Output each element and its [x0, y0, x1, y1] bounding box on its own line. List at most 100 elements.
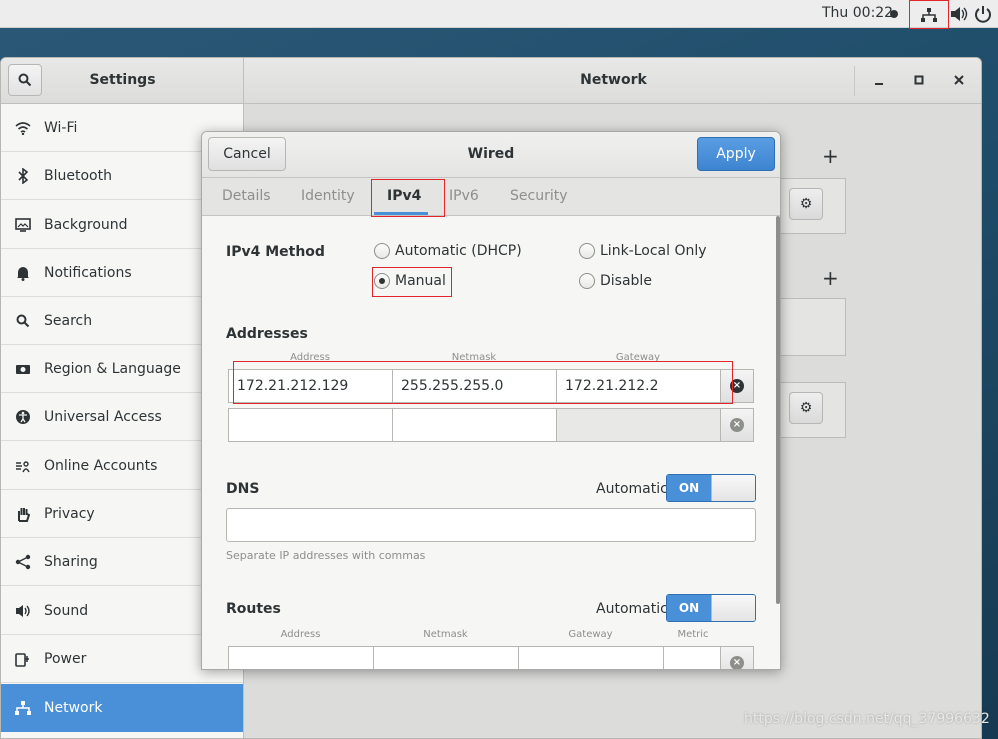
- routes-label: Routes: [226, 601, 281, 617]
- network-icon: [14, 699, 32, 717]
- dialog-title: Wired: [467, 146, 515, 162]
- clock[interactable]: Thu 00:22: [822, 5, 893, 21]
- dns-hint: Separate IP addresses with commas: [226, 549, 426, 562]
- watermark: https://blog.csdn.net/qq_37996632: [744, 711, 990, 727]
- gateway-field[interactable]: [556, 408, 721, 442]
- maximize-button[interactable]: [909, 70, 929, 90]
- sidebar-item-label: Wi-Fi: [44, 119, 78, 136]
- switch-knob: [711, 595, 755, 621]
- wired-settings-button[interactable]: ⚙: [789, 188, 823, 220]
- power-plug-icon: [14, 650, 32, 668]
- delete-address-button[interactable]: ×: [720, 369, 754, 403]
- scrollbar[interactable]: [776, 216, 780, 604]
- tab-ipv4[interactable]: IPv4: [387, 188, 421, 204]
- sidebar-item-label: Bluetooth: [44, 167, 112, 184]
- netmask-field[interactable]: [392, 408, 557, 442]
- sidebar-item-label: Background: [44, 216, 128, 233]
- bluetooth-icon: [14, 167, 32, 185]
- addresses-label: Addresses: [226, 326, 308, 342]
- radio-link-local-only[interactable]: Link-Local Only: [579, 243, 707, 259]
- route-metric-field[interactable]: [663, 646, 721, 669]
- address-field[interactable]: [228, 408, 393, 442]
- wifi-icon: [14, 119, 32, 137]
- sidebar-item-label: Online Accounts: [44, 457, 158, 474]
- radio-circle: [579, 243, 595, 259]
- radio-label: Automatic (DHCP): [395, 243, 522, 259]
- address-field[interactable]: 172.21.212.129: [228, 369, 393, 403]
- wired-dialog: Cancel Wired Apply Details Identity IPv4…: [201, 131, 781, 670]
- dns-input[interactable]: [226, 508, 756, 542]
- tab-identity[interactable]: Identity: [301, 188, 355, 204]
- title-bar: Settings Network: [1, 58, 981, 104]
- sidebar-item-label: Privacy: [44, 505, 95, 522]
- delete-address-button[interactable]: ×: [720, 408, 754, 442]
- column-header-address: Address: [290, 352, 330, 363]
- search-icon: [14, 312, 32, 330]
- gear-icon: ⚙: [799, 196, 813, 212]
- network-status-icon[interactable]: [909, 0, 949, 29]
- add-vpn-button[interactable]: +: [822, 266, 839, 290]
- sidebar-item-label: Power: [44, 650, 87, 667]
- apply-button[interactable]: Apply: [697, 137, 775, 171]
- switch-on-label: ON: [667, 475, 711, 501]
- route-address-field[interactable]: [228, 646, 374, 669]
- accessibility-icon: [14, 408, 32, 426]
- dns-automatic-label: Automatic: [596, 481, 668, 497]
- ipv4-method-label: IPv4 Method: [226, 244, 325, 260]
- close-icon: ×: [730, 418, 744, 432]
- tab-security[interactable]: Security: [510, 188, 568, 204]
- radio-circle-selected: [374, 273, 390, 289]
- radio-circle: [374, 243, 390, 259]
- active-tab-indicator: [374, 212, 428, 215]
- radio-disable[interactable]: Disable: [579, 273, 652, 289]
- tab-details[interactable]: Details: [222, 188, 271, 204]
- dialog-header: Cancel Wired Apply: [202, 132, 780, 178]
- radio-circle: [579, 273, 595, 289]
- delete-route-button[interactable]: ×: [720, 646, 754, 669]
- dns-automatic-switch[interactable]: ON: [666, 474, 756, 502]
- dialog-tabs: Details Identity IPv4 IPv6 Security: [202, 178, 780, 216]
- hand-icon: [14, 505, 32, 523]
- switch-on-label: ON: [667, 595, 711, 621]
- route-header-gateway: Gateway: [568, 629, 613, 640]
- sidebar-item-network[interactable]: Network: [1, 684, 243, 732]
- volume-icon[interactable]: [950, 6, 968, 22]
- minimize-button[interactable]: [869, 70, 889, 90]
- tab-ipv6[interactable]: IPv6: [449, 188, 479, 204]
- add-connection-button[interactable]: +: [822, 144, 839, 168]
- gateway-field[interactable]: 172.21.212.2: [556, 369, 721, 403]
- close-button[interactable]: [949, 70, 969, 90]
- sidebar-item-label: Network: [44, 699, 103, 716]
- radio-manual[interactable]: Manual: [374, 273, 446, 289]
- route-netmask-field[interactable]: [373, 646, 519, 669]
- column-header-gateway: Gateway: [615, 352, 661, 363]
- sidebar-item-label: Universal Access: [44, 408, 162, 425]
- routes-automatic-switch[interactable]: ON: [666, 594, 756, 622]
- column-header-netmask: Netmask: [451, 352, 497, 363]
- close-icon: ×: [730, 656, 744, 669]
- radio-automatic-dhcp[interactable]: Automatic (DHCP): [374, 243, 522, 259]
- sidebar-item-label: Search: [44, 312, 93, 329]
- switch-knob: [711, 475, 755, 501]
- power-icon[interactable]: [974, 5, 992, 23]
- route-header-address: Address: [280, 629, 321, 640]
- settings-title: Settings: [89, 72, 156, 88]
- bell-icon: [14, 264, 32, 282]
- route-gateway-field[interactable]: [518, 646, 664, 669]
- online-accounts-icon: [14, 457, 32, 475]
- top-bar: Thu 00:22: [0, 0, 998, 29]
- radio-label: Disable: [600, 273, 652, 289]
- sidebar-item-label: Notifications: [44, 264, 132, 281]
- sidebar-item-label: Sound: [44, 602, 89, 619]
- titlebar-separator: [854, 66, 855, 96]
- ipv4-page: IPv4 Method Automatic (DHCP) Link-Local …: [202, 216, 780, 669]
- speaker-icon: [14, 602, 32, 620]
- radio-label: Manual: [395, 273, 446, 289]
- proxy-settings-button[interactable]: ⚙: [789, 392, 823, 424]
- netmask-field[interactable]: 255.255.255.0: [392, 369, 557, 403]
- sidebar-item-label: Region & Language: [44, 360, 181, 377]
- routes-automatic-label: Automatic: [596, 601, 668, 617]
- dns-label: DNS: [226, 481, 260, 497]
- sidebar-item-label: Sharing: [44, 553, 98, 570]
- radio-label: Link-Local Only: [600, 243, 707, 259]
